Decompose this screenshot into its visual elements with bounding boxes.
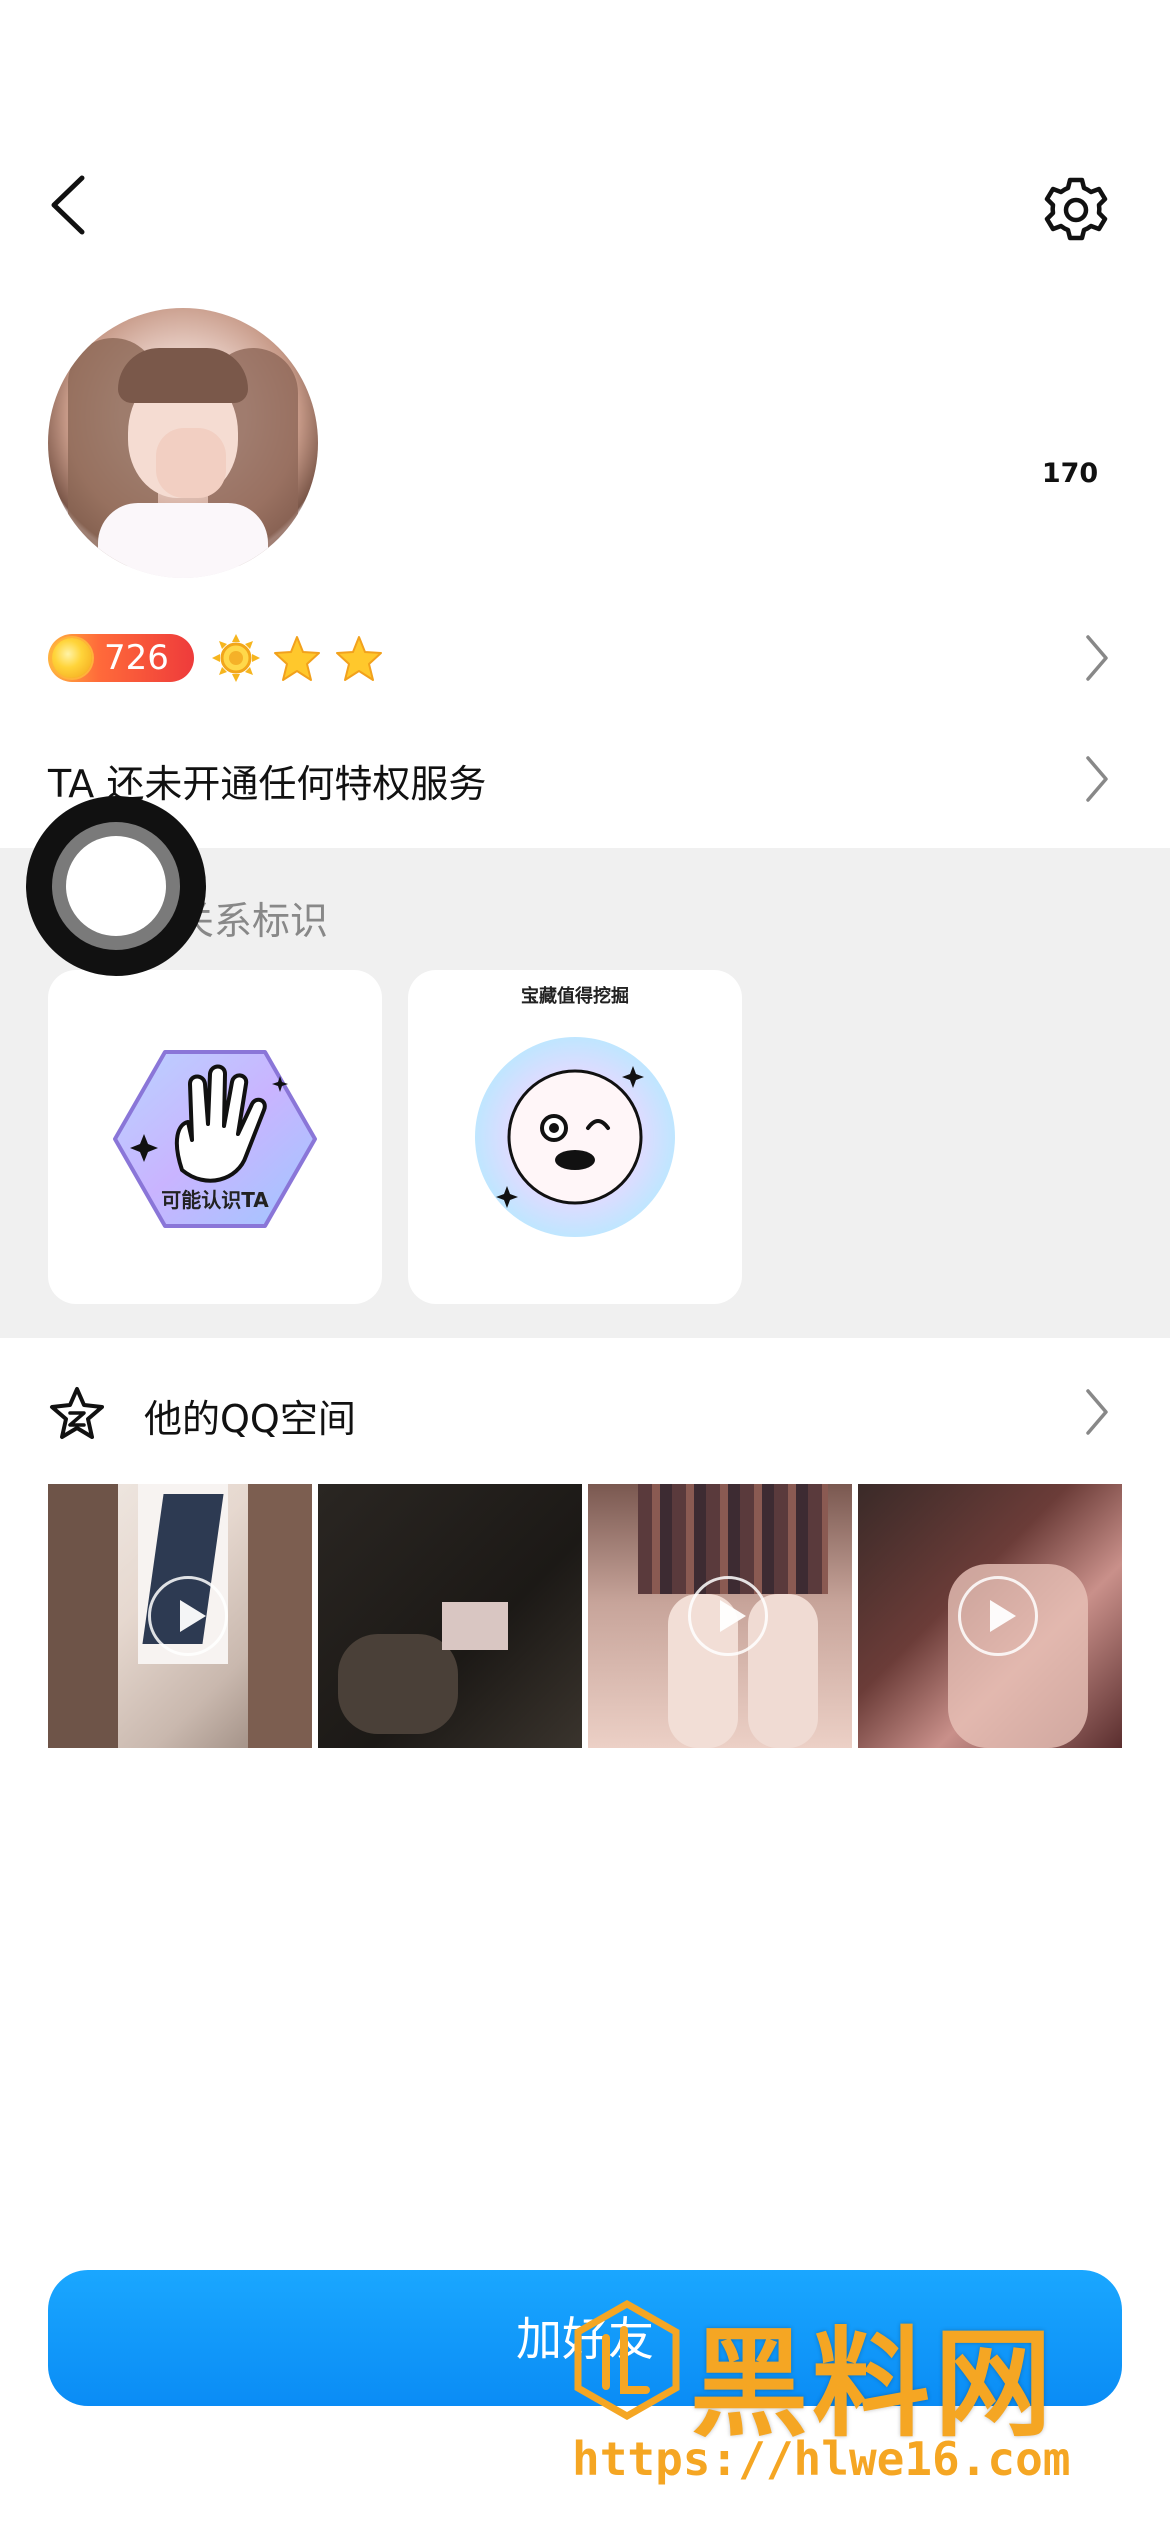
chevron-right-icon[interactable] — [1082, 1387, 1112, 1437]
stat-count: 170 — [1041, 458, 1099, 489]
qzone-video-thumb[interactable] — [318, 1484, 582, 1748]
badge-card[interactable]: 可能认识TA — [48, 970, 382, 1304]
star-icon — [336, 636, 382, 681]
level-value: 726 — [104, 638, 169, 678]
gear-icon[interactable] — [1040, 174, 1112, 246]
qzone-star-icon — [50, 1387, 104, 1439]
chevron-right-icon[interactable] — [1082, 633, 1112, 683]
coin-icon — [52, 638, 92, 678]
badge-label: 宝藏值得挖掘 — [521, 986, 629, 1007]
play-icon — [688, 1576, 768, 1656]
level-badge[interactable]: 726 — [48, 634, 194, 682]
badge-label: 可能认识TA — [161, 1188, 269, 1212]
star-icon — [274, 636, 320, 681]
qzone-video-thumb[interactable] — [588, 1484, 852, 1748]
sun-icon — [212, 634, 260, 682]
avatar[interactable] — [48, 308, 318, 578]
qzone-video-thumb[interactable] — [858, 1484, 1122, 1748]
watermark-logo-icon — [574, 2300, 680, 2420]
treasure-badge-icon — [475, 1037, 675, 1237]
assistive-touch-button[interactable] — [26, 796, 206, 976]
back-icon[interactable] — [40, 170, 100, 240]
chevron-right-icon[interactable] — [1082, 754, 1112, 804]
watermark-url: https://hlwe16.com — [572, 2432, 1071, 2486]
play-icon — [148, 1576, 228, 1656]
badge-card[interactable]: 宝藏值得挖掘 — [408, 970, 742, 1304]
qzone-video-thumb[interactable] — [48, 1484, 312, 1748]
qzone-title[interactable]: 他的QQ空间 — [144, 1388, 356, 1443]
play-icon — [958, 1576, 1038, 1656]
